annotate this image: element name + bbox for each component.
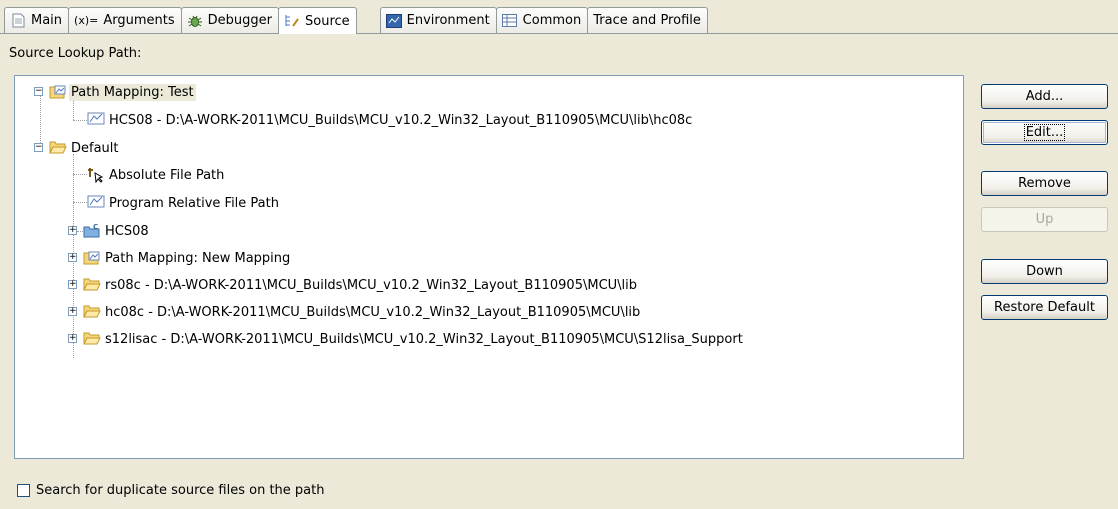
path-mapping-icon (49, 84, 67, 101)
tree-item-program-relative-file-path[interactable]: Program Relative File Path (87, 193, 279, 213)
tab-environment[interactable]: Environment (379, 7, 497, 33)
tab-trace-and-profile[interactable]: Trace and Profile (587, 7, 708, 33)
path-mapping-icon (83, 250, 101, 267)
document-icon (10, 13, 26, 29)
bug-icon (187, 13, 203, 29)
expand-toggle[interactable]: + (68, 253, 77, 262)
tree-item-default[interactable]: − Default (34, 138, 119, 158)
expand-toggle[interactable]: + (68, 226, 77, 235)
down-button[interactable]: Down (981, 259, 1108, 284)
restore-default-button[interactable]: Restore Default (981, 295, 1108, 320)
collapse-toggle[interactable]: − (34, 143, 43, 152)
tree-item-hc08c[interactable]: + hc08c - D:\A-WORK-2011\MCU_Builds\MCU_… (68, 302, 640, 322)
tree-item-s12lisac[interactable]: + s12lisac - D:\A-WORK-2011\MCU_Builds\M… (68, 329, 743, 349)
up-button[interactable]: Up (981, 207, 1108, 232)
folder-open-icon (49, 140, 67, 157)
source-lookup-label: Source Lookup Path: (9, 46, 142, 61)
tab-common[interactable]: Common (495, 7, 589, 33)
common-icon (502, 13, 518, 29)
tree-item-absolute-file-path[interactable]: Absolute File Path (87, 165, 224, 185)
svg-text:C: C (93, 223, 98, 231)
project-folder-icon: C (83, 223, 101, 240)
search-duplicates-option[interactable]: Search for duplicate source files on the… (17, 483, 324, 498)
folder-icon (83, 331, 101, 348)
edit-button[interactable]: Edit... (981, 120, 1108, 145)
path-mapping-entry-icon (87, 195, 105, 212)
path-mapping-entry-icon (87, 112, 105, 129)
expand-toggle[interactable]: + (68, 280, 77, 289)
tab-debugger[interactable]: Debugger (180, 7, 279, 33)
tree-item-rs08c[interactable]: + rs08c - D:\A-WORK-2011\MCU_Builds\MCU_… (68, 275, 637, 295)
tab-divider (0, 33, 1118, 34)
folder-icon (83, 277, 101, 294)
search-duplicates-checkbox[interactable] (17, 484, 30, 497)
folder-icon (83, 304, 101, 321)
environment-icon (385, 13, 402, 29)
tree-item-hcs08-project[interactable]: + C HCS08 (68, 221, 149, 241)
launch-config-tabs: Main (x)= Arguments Debugger Source Envi… (0, 0, 1118, 34)
tree-item-path-mapping-new[interactable]: + Path Mapping: New Mapping (68, 248, 290, 268)
expand-toggle[interactable]: + (68, 334, 77, 343)
tree-item-hcs08-mapping[interactable]: HCS08 - D:\A-WORK-2011\MCU_Builds\MCU_v1… (87, 110, 692, 130)
tab-arguments[interactable]: (x)= Arguments (68, 7, 182, 33)
source-lookup-tree[interactable]: − Path Mapping: Test HCS08 - D:\A-WORK-2… (14, 75, 964, 459)
search-duplicates-label: Search for duplicate source files on the… (36, 483, 325, 498)
remove-button[interactable]: Remove (981, 171, 1108, 196)
tab-main[interactable]: Main (4, 7, 70, 33)
arguments-icon: (x)= (74, 14, 99, 27)
collapse-toggle[interactable]: − (34, 87, 43, 96)
absolute-path-icon (87, 167, 105, 184)
tab-source[interactable]: Source (278, 7, 357, 34)
tree-item-path-mapping-test[interactable]: − Path Mapping: Test (34, 82, 196, 102)
source-icon (284, 13, 300, 29)
add-button[interactable]: Add... (981, 84, 1108, 109)
expand-toggle[interactable]: + (68, 307, 77, 316)
